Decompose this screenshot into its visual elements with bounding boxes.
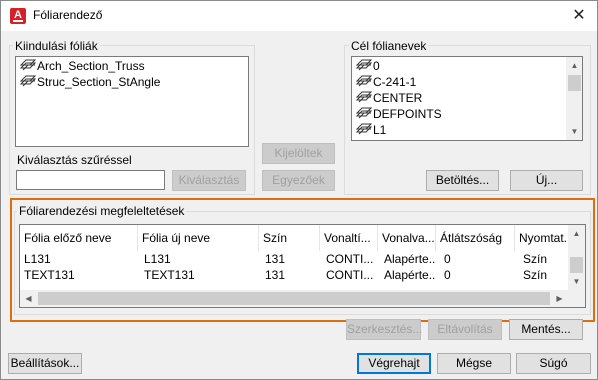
list-item[interactable]: CENTER [356, 90, 422, 106]
save-mappings-button[interactable]: Mentés... [509, 319, 583, 340]
scroll-left-icon[interactable]: ◀ [20, 290, 37, 307]
target-layer-name: C-241-1 [373, 75, 417, 89]
scroll-down-icon[interactable]: ▼ [566, 123, 582, 140]
list-item[interactable]: C-241-1 [356, 74, 416, 90]
column-header[interactable]: Fólia új neve [138, 225, 259, 251]
load-button[interactable]: Betöltés... [426, 170, 499, 191]
list-item[interactable]: Arch_Section_Truss [20, 58, 145, 74]
source-layer-name: Struc_Section_StAngle [37, 75, 161, 89]
source-layers-label: Kiindulási fóliák [13, 39, 100, 53]
column-header[interactable]: Vonalva... [378, 225, 436, 251]
remove-mapping-button[interactable]: Eltávolítás [428, 319, 502, 340]
scrollbar-thumb[interactable] [38, 292, 550, 305]
list-item[interactable]: 0 [356, 58, 380, 74]
scrollbar-thumb[interactable] [568, 75, 581, 91]
layer-stack-icon [356, 75, 372, 87]
target-layers-list[interactable]: 0 C-241-1 CENTER DEFPOINTS L1 ▲ ▼ [351, 56, 583, 141]
target-layer-name: 0 [373, 59, 380, 73]
window-title: Fóliarendező [33, 8, 103, 22]
scroll-right-icon[interactable]: ▶ [551, 290, 568, 307]
layer-stack-icon [356, 123, 372, 135]
mappings-label: Fóliarendezési megfeleltetések [17, 204, 187, 218]
layer-translator-dialog: A Fóliarendező ✕ Kiindulási fóliák Arch_… [0, 0, 598, 380]
map-same-button[interactable]: Egyezőek [262, 170, 335, 191]
edit-mapping-button[interactable]: Szerkesztés... [346, 319, 422, 340]
target-layer-name: L1 [373, 123, 387, 137]
target-layer-name: CENTER [373, 91, 423, 105]
table-cell: TEXT131 [144, 268, 195, 282]
scrollbar-corner [568, 290, 585, 307]
source-layers-list[interactable]: Arch_Section_Truss Struc_Section_StAngle [15, 56, 249, 147]
scroll-up-icon[interactable]: ▲ [566, 57, 582, 74]
apply-button[interactable]: Végrehajt [357, 353, 431, 374]
cancel-button[interactable]: Mégse [437, 353, 511, 374]
table-cell: 131 [265, 252, 286, 266]
target-layers-label: Cél fólianevek [349, 39, 429, 53]
layer-stack-icon [20, 75, 36, 87]
mappings-vertical-scrollbar[interactable]: ▲ ▼ [568, 225, 585, 290]
layer-stack-icon [20, 59, 36, 71]
layer-stack-icon [356, 59, 372, 71]
table-cell: Szín [523, 252, 548, 266]
table-cell: Szín [523, 268, 548, 282]
mappings-horizontal-scrollbar[interactable]: ◀ ▶ [20, 290, 568, 307]
scroll-down-icon[interactable]: ▼ [568, 273, 585, 290]
target-layer-name: DEFPOINTS [373, 107, 442, 121]
table-cell: Alapérte... [384, 252, 436, 266]
select-button[interactable]: Kiválasztás [172, 170, 246, 191]
help-button[interactable]: Súgó [516, 353, 591, 374]
filter-label: Kiválasztás szűréssel [17, 153, 132, 167]
autocad-logo-icon: A [10, 8, 26, 24]
list-item[interactable]: Struc_Section_StAngle [20, 74, 160, 90]
column-header[interactable]: Fólia előző neve [20, 225, 138, 251]
column-header[interactable]: Átlátszóság [436, 225, 515, 251]
filter-input[interactable] [16, 170, 165, 190]
settings-button[interactable]: Beállítások... [8, 353, 82, 374]
list-item[interactable]: DEFPOINTS [356, 106, 442, 122]
column-header[interactable]: Nyomtat... [515, 225, 568, 251]
list-item[interactable]: L1 [356, 122, 386, 138]
target-list-scrollbar[interactable]: ▲ ▼ [566, 57, 582, 140]
table-cell: 0 [444, 252, 451, 266]
scroll-up-icon[interactable]: ▲ [568, 225, 585, 242]
title-bar: A Fóliarendező ✕ [1, 1, 597, 31]
table-cell: L131 [24, 252, 51, 266]
scrollbar-thumb[interactable] [570, 257, 583, 273]
table-cell: TEXT131 [24, 268, 75, 282]
table-cell: L131 [144, 252, 171, 266]
column-header[interactable]: Vonaltí... [320, 225, 378, 251]
layer-stack-icon [356, 107, 372, 119]
table-cell: CONTI... [326, 252, 374, 266]
layer-stack-icon [356, 91, 372, 103]
mappings-table[interactable]: Fólia előző neve Fólia új neve Szín Vona… [19, 224, 586, 308]
table-cell: 131 [265, 268, 286, 282]
map-button[interactable]: Kijelöltek [262, 143, 335, 164]
table-cell: CONTI... [326, 268, 374, 282]
table-cell: Alapérte... [384, 268, 436, 282]
close-button[interactable]: ✕ [565, 3, 593, 29]
column-header[interactable]: Szín [259, 225, 320, 251]
new-layer-button[interactable]: Új... [510, 170, 583, 191]
table-cell: 0 [444, 268, 451, 282]
source-layer-name: Arch_Section_Truss [37, 59, 145, 73]
